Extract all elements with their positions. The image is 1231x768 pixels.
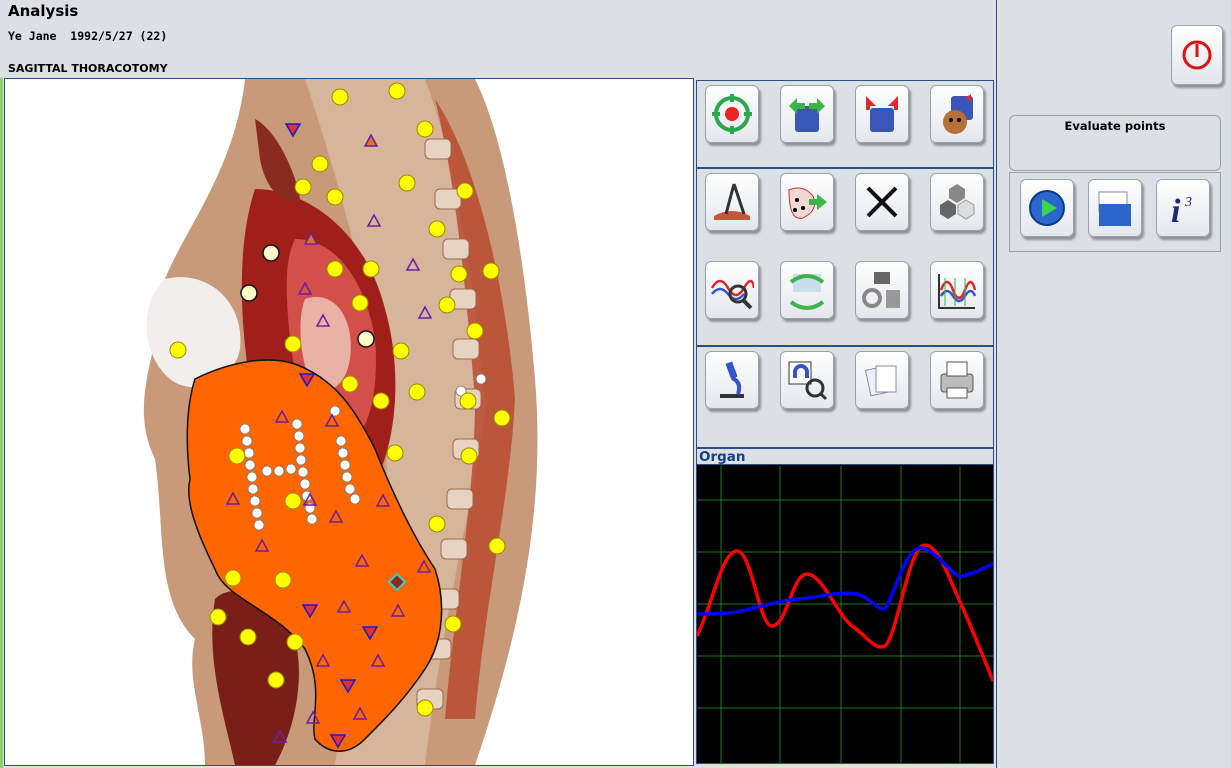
- tool-group-1: [696, 80, 994, 168]
- close-bin-icon: [866, 96, 898, 132]
- hexagons-icon: [940, 184, 975, 220]
- tool-group-2: [696, 168, 994, 346]
- svg-text:3: 3: [1184, 195, 1192, 210]
- patient-info: Ye Jane 1992/5/27 (22): [8, 29, 168, 43]
- toolbar: [696, 80, 994, 448]
- hexagons-button[interactable]: [930, 173, 984, 231]
- evaluate-points-label: Evaluate points: [1064, 119, 1166, 133]
- bear-bin-icon: [943, 94, 973, 134]
- points-export-button[interactable]: [780, 173, 834, 231]
- delete-x-icon: [866, 186, 898, 218]
- compass-measure-button[interactable]: [705, 173, 759, 231]
- center-target-icon: [712, 94, 752, 134]
- evaluate-points-box: Evaluate points: [1009, 115, 1221, 171]
- open-bin-icon: [789, 98, 825, 132]
- window-edge-strip: [0, 0, 3, 768]
- magnet-zoom-button[interactable]: [780, 351, 834, 409]
- microscope-icon: [720, 361, 744, 398]
- spectrum-chart-icon: [938, 274, 977, 309]
- tool-group-3: [696, 346, 994, 448]
- wave-magnifier-icon: [710, 279, 754, 310]
- anatomy-view[interactable]: [4, 78, 694, 766]
- view-title: SAGITTAL THORACOTOMY: [8, 62, 168, 75]
- delete-button[interactable]: [855, 173, 909, 231]
- magnet-zoom-icon: [788, 361, 828, 401]
- organ-chart: [697, 466, 993, 763]
- play-icon: [1029, 190, 1065, 226]
- page-title: Analysis: [8, 2, 79, 20]
- microscope-button[interactable]: [705, 351, 759, 409]
- recycle-docs-icon: [789, 274, 825, 310]
- right-panel: Evaluate points i3: [996, 0, 1231, 768]
- bin-gears-button[interactable]: [855, 261, 909, 319]
- anatomy-image: [143, 79, 538, 765]
- evaluate-tools: i3: [1009, 172, 1221, 252]
- print-report-button[interactable]: [930, 351, 984, 409]
- info-i3-icon: i3: [1171, 193, 1192, 230]
- organ-panel: Organ: [696, 448, 994, 764]
- center-target-button[interactable]: [705, 85, 759, 143]
- spectrum-chart-button[interactable]: [930, 261, 984, 319]
- folder-docs-icon: [1098, 191, 1131, 226]
- bin-gears-icon: [862, 272, 900, 308]
- organ-label: Organ: [697, 449, 993, 465]
- bear-bin-button[interactable]: [930, 85, 984, 143]
- compass-measure-icon: [714, 183, 750, 220]
- close-bin-button[interactable]: [855, 85, 909, 143]
- power-icon: [1182, 40, 1212, 70]
- wave-magnifier-button[interactable]: [705, 261, 759, 319]
- recycle-docs-button[interactable]: [780, 261, 834, 319]
- svg-text:i: i: [1171, 193, 1181, 230]
- play-button[interactable]: [1020, 179, 1074, 237]
- documents-icon: [864, 365, 897, 397]
- print-report-icon: [940, 361, 974, 399]
- open-bin-button[interactable]: [780, 85, 834, 143]
- header: Analysis Ye Jane 1992/5/27 (22) SAGITTAL…: [0, 0, 996, 78]
- documents-button[interactable]: [855, 351, 909, 409]
- folder-docs-button[interactable]: [1088, 179, 1142, 237]
- points-export-icon: [788, 187, 827, 219]
- power-button[interactable]: [1171, 25, 1223, 85]
- info-i3-button[interactable]: i3: [1156, 179, 1210, 237]
